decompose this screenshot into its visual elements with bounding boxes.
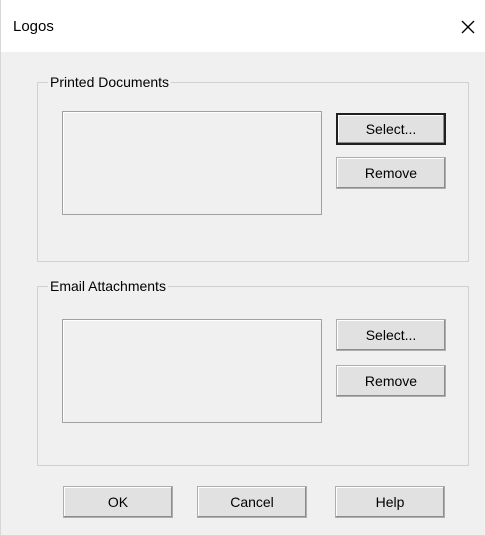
printed-documents-group: Printed Documents Select... Remove <box>37 73 469 262</box>
email-attachments-select-button[interactable]: Select... <box>336 319 446 351</box>
email-attachments-logo-preview <box>62 319 322 423</box>
close-button[interactable] <box>451 12 485 42</box>
cancel-button[interactable]: Cancel <box>197 486 307 518</box>
printed-documents-logo-preview <box>62 111 322 215</box>
dialog-title: Logos <box>13 18 54 35</box>
printed-documents-label: Printed Documents <box>48 73 172 91</box>
email-attachments-group: Email Attachments Select... Remove <box>37 277 469 466</box>
help-button[interactable]: Help <box>335 486 445 518</box>
title-bar: Logos <box>1 0 485 52</box>
printed-documents-remove-button[interactable]: Remove <box>336 157 446 189</box>
close-icon <box>461 20 475 34</box>
ok-button[interactable]: OK <box>63 486 173 518</box>
logos-dialog: Logos Printed Documents Select... Remove… <box>0 0 486 536</box>
email-attachments-label: Email Attachments <box>48 277 168 295</box>
printed-documents-select-button[interactable]: Select... <box>336 113 446 145</box>
email-attachments-remove-button[interactable]: Remove <box>336 365 446 397</box>
